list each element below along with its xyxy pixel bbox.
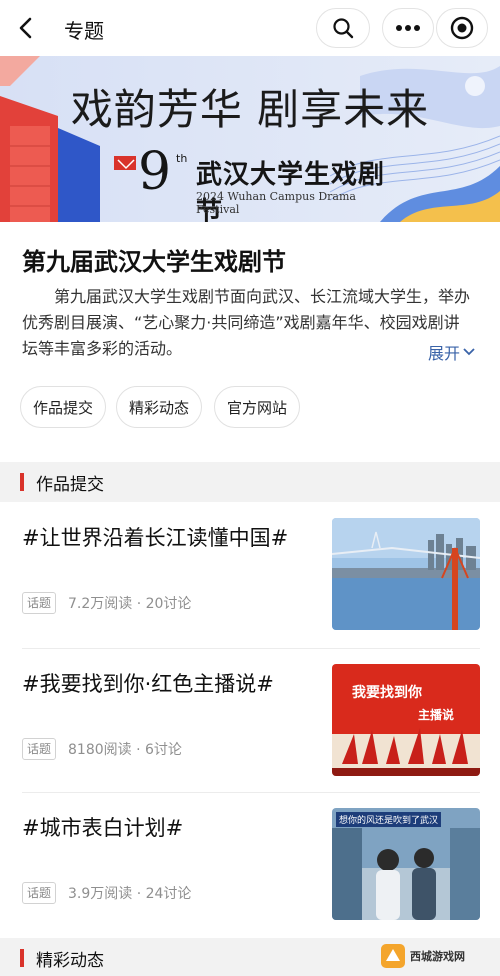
target-icon [450,16,474,40]
site-watermark: 西城游戏网 [380,940,496,972]
topic-description: 第九届武汉大学生戏剧节面向武汉、长江流域大学生，举办优秀剧目展演、“艺心聚力·共… [22,287,471,358]
watermark-logo-icon [381,944,405,968]
topic-title: 第九届武汉大学生戏剧节 [22,248,286,276]
topic-tag: 话题 [22,738,57,760]
red-poster-image: 我要找到你 主播说 [332,664,480,776]
poster-caption: 我要找到你 [352,685,422,701]
expand-link[interactable]: 展开 [428,340,476,364]
chip-official-site[interactable]: 官方网站 [214,386,301,428]
search-button[interactable] [316,8,370,48]
edition-suffix: th [176,152,188,165]
chevron-down-icon [463,348,475,356]
section-title: 作品提交 [36,474,104,495]
banner-slogan: 戏韵芳华 剧享未来 [70,85,430,134]
photo-caption: 想你的风还是吹到了武汉 [336,812,442,827]
section-title: 精彩动态 [36,950,104,971]
top-nav-bar: 专题 [0,0,500,56]
back-button[interactable] [8,10,44,46]
chip-submit-works[interactable]: 作品提交 [20,386,107,428]
festival-logo: 9 th 武汉大学生戏剧节 2024 Wuhan Campus Drama Fe… [110,142,400,222]
section-accent-bar [20,473,24,491]
expand-label: 展开 [428,344,461,363]
festival-english-name: 2024 Wuhan Campus Drama Festival [196,190,356,216]
post-stats: 8180阅读 · 6讨论 [68,742,182,758]
watermark-text: 西城游戏网 [410,950,465,963]
more-dots-icon [396,25,420,31]
chip-highlights[interactable]: 精彩动态 [116,386,203,428]
section-header: 作品提交 [0,462,500,502]
topic-post[interactable]: #我要找到你·红色主播说# 话题 8180阅读 · 6讨论 我要找到你 主播说 [0,648,500,794]
poster-caption-2: 主播说 [418,708,455,722]
topic-tag: 话题 [22,882,57,904]
topic-banner: 戏韵芳华 剧享未来 9 th 武汉大学生戏剧节 2024 Wuhan Campu… [0,56,500,222]
post-title: #城市表白计划# [22,816,184,840]
post-title: #我要找到你·红色主播说# [22,672,274,696]
post-stats: 7.2万阅读 · 20讨论 [68,596,192,612]
bridge-river-photo [332,518,480,630]
chevron-left-icon [19,17,32,39]
topic-post[interactable]: #城市表白计划# 话题 3.9万阅读 · 24讨论 想你的风还是吹到了武汉 [0,792,500,938]
couple-street-photo: 想你的风还是吹到了武汉 [332,808,480,920]
search-icon [333,18,354,39]
post-stats: 3.9万阅读 · 24讨论 [68,886,192,902]
page-title: 专题 [64,19,104,43]
section-accent-bar [20,949,24,967]
topic-tag: 话题 [22,592,57,614]
record-button[interactable] [436,8,488,48]
more-button[interactable] [382,8,434,48]
edition-number: 9 [138,142,172,202]
post-title: #让世界沿着长江读懂中国# [22,526,289,550]
topic-post[interactable]: #让世界沿着长江读懂中国# 话题 7.2万阅读 · 20讨论 [0,502,500,648]
